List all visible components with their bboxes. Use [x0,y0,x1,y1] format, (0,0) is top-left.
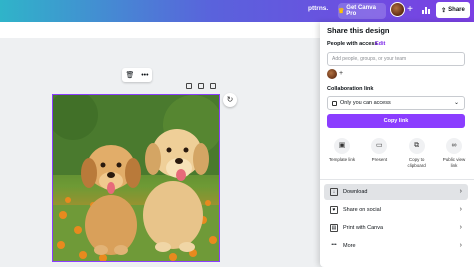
print-with-canva-option[interactable]: ▤ Print with Canva › [324,220,468,236]
chevron-right-icon: › [459,206,462,213]
share-actions: ▣ Template link ▭ Present ⧉ Copy to clip… [327,138,469,169]
crown-icon: ♛ [338,8,345,15]
plus-icon[interactable]: + [404,3,416,17]
page-actions [186,83,216,89]
print-icon: ▤ [330,224,338,232]
chevron-right-icon: › [459,188,462,195]
add-people-input[interactable]: Add people, groups, or your team [327,52,465,66]
element-toolbar: 🗑 ••• [122,68,152,82]
upload-icon: ⇪ [441,7,447,14]
puppies-illustration [53,95,219,261]
social-icon: ♥ [330,206,338,214]
print-with-canva-label: Print with Canva [343,225,384,231]
chevron-right-icon: › [459,224,462,231]
design-title[interactable]: pttrns. [308,5,328,12]
template-link-label: Template link [328,157,356,162]
public-view-link-label: Public view link [442,157,466,168]
share-options-list: ↓ Download › ♥ Share on social › ▤ Print… [324,184,468,256]
get-canva-pro-button[interactable]: ♛ Get Canva Pro [338,3,386,19]
access-level-value: Only you can access [340,100,391,106]
people-with-access-label: People with access [327,41,378,47]
editor-toolbar-strip [0,22,320,38]
present-label: Present [371,157,388,162]
more-option[interactable]: ••• More › [324,238,468,254]
download-option[interactable]: ↓ Download › [324,184,468,200]
download-icon: ↓ [330,188,338,196]
link-icon: ∞ [445,138,462,154]
share-button[interactable]: ⇪ Share [436,2,470,18]
more-label: More [343,243,356,249]
copy-to-clipboard-label: Copy to clipboard [407,157,426,168]
template-link-action[interactable]: ▣ Template link [327,138,357,169]
panel-title: Share this design [327,26,390,35]
present-action[interactable]: ▭ Present [364,138,394,169]
copy-to-clipboard-action[interactable]: ⧉ Copy to clipboard [402,138,432,169]
lock-icon [332,100,337,106]
top-bar: pttrns. ♛ Get Canva Pro + ⇪ Share [0,0,474,22]
share-on-social-option[interactable]: ♥ Share on social › [324,202,468,218]
download-label: Download [343,189,368,195]
collaborator-avatar[interactable] [327,69,337,79]
user-avatar[interactable] [390,2,405,17]
rotate-icon[interactable]: ↻ [223,93,237,107]
chevron-down-icon: ⌄ [453,100,459,106]
panel-divider [320,179,474,180]
get-canva-pro-label: Get Canva Pro [346,5,376,17]
public-view-link-action[interactable]: ∞ Public view link [439,138,469,169]
edit-access-link[interactable]: Edit [375,41,385,47]
chevron-right-icon: › [459,242,462,249]
more-icon: ••• [331,242,337,248]
add-collaborator-icon[interactable]: + [337,69,345,79]
collaboration-link-label: Collaboration link [327,86,374,92]
share-label: Share [448,7,465,13]
share-panel: Share this design People with access Edi… [320,22,474,267]
access-level-select[interactable]: Only you can access ⌄ [327,96,465,110]
analytics-icon[interactable] [418,2,434,18]
more-icon[interactable]: ••• [141,72,148,79]
trash-icon[interactable]: 🗑 [125,71,134,79]
share-on-social-label: Share on social [343,207,381,213]
template-icon: ▣ [334,138,350,154]
present-icon: ▭ [371,138,388,154]
copy-icon: ⧉ [408,138,425,154]
add-page-icon[interactable] [210,83,216,89]
copy-link-button[interactable]: Copy link [327,114,465,128]
lock-icon[interactable] [186,83,192,89]
puppies-image[interactable] [52,94,220,262]
duplicate-icon[interactable] [198,83,204,89]
